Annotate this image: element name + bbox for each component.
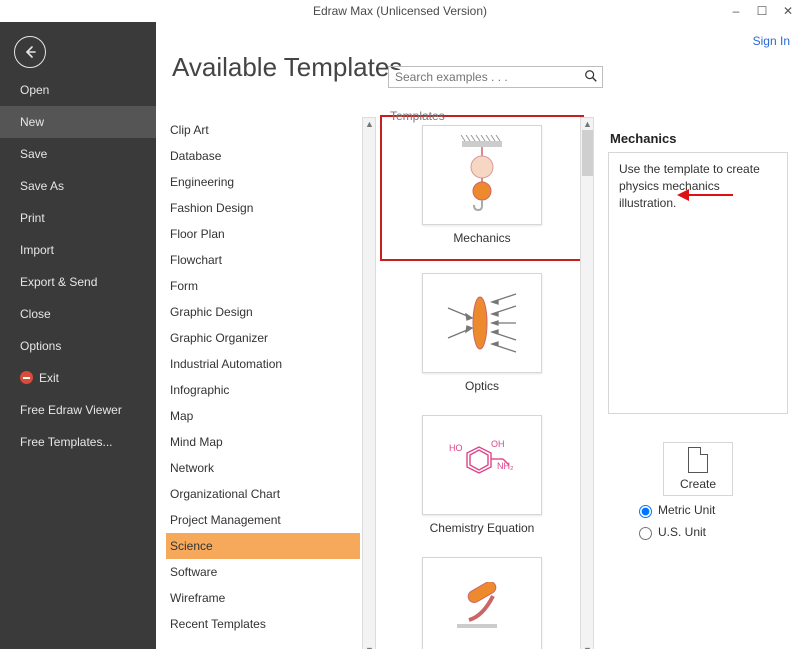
sidebar-item-label: Free Edraw Viewer bbox=[20, 403, 122, 417]
content-area: Available Templates Clip ArtDatabaseEngi… bbox=[156, 22, 800, 649]
mechanics-icon bbox=[422, 125, 542, 225]
scroll-down-icon[interactable]: ▼ bbox=[365, 645, 374, 649]
category-item[interactable]: Graphic Design bbox=[166, 299, 360, 325]
create-button[interactable]: Create bbox=[663, 442, 733, 496]
category-item[interactable]: Project Management bbox=[166, 507, 360, 533]
microscope-icon bbox=[422, 557, 542, 649]
exit-icon bbox=[20, 371, 33, 384]
window-controls: – ☐ ✕ bbox=[730, 0, 794, 22]
info-panel: Mechanics Use the template to create phy… bbox=[608, 117, 788, 649]
templates-list: Mechanics Optics HO OH NH₂ Chemistry Equation bbox=[380, 117, 594, 649]
sidebar-item-label: New bbox=[20, 115, 44, 129]
sidebar-item-label: Options bbox=[20, 339, 61, 353]
sidebar-item-label: Save As bbox=[20, 179, 64, 193]
sidebar-item-open[interactable]: Open bbox=[0, 74, 156, 106]
scroll-up-icon[interactable]: ▲ bbox=[583, 119, 592, 129]
back-arrow-icon bbox=[22, 44, 38, 60]
titlebar: Edraw Max (Unlicensed Version) – ☐ ✕ bbox=[0, 0, 800, 22]
category-item[interactable]: Wireframe bbox=[166, 585, 360, 611]
category-item[interactable]: Network bbox=[166, 455, 360, 481]
category-item[interactable]: Engineering bbox=[166, 169, 360, 195]
search-icon[interactable] bbox=[580, 69, 602, 86]
sidebar-item-print[interactable]: Print bbox=[0, 202, 156, 234]
info-title: Mechanics bbox=[610, 131, 788, 146]
close-button[interactable]: ✕ bbox=[782, 4, 794, 18]
template-label: Optics bbox=[390, 379, 574, 393]
create-label: Create bbox=[680, 477, 716, 491]
sidebar-item-label: Save bbox=[20, 147, 47, 161]
sidebar-item-new[interactable]: New bbox=[0, 106, 156, 138]
sidebar-item-label: Exit bbox=[39, 371, 59, 385]
category-item[interactable]: Recent Templates bbox=[166, 611, 360, 637]
category-item[interactable]: Industrial Automation bbox=[166, 351, 360, 377]
window-title: Edraw Max (Unlicensed Version) bbox=[0, 4, 800, 18]
file-menu-sidebar: Open New Save Save As Print Import Export & Se… bbox=[0, 22, 156, 649]
category-item[interactable]: Floor Plan bbox=[166, 221, 360, 247]
category-item[interactable]: Form bbox=[166, 273, 360, 299]
category-item[interactable]: Fashion Design bbox=[166, 195, 360, 221]
maximize-button[interactable]: ☐ bbox=[756, 4, 768, 18]
page-icon bbox=[688, 447, 708, 473]
sidebar-item-label: Export & Send bbox=[20, 275, 97, 289]
unit-us-option[interactable]: U.S. Unit bbox=[634, 524, 788, 540]
sidebar-item-import[interactable]: Import bbox=[0, 234, 156, 266]
templates-label: Templates bbox=[390, 109, 445, 123]
unit-us-label: U.S. Unit bbox=[658, 525, 706, 539]
svg-text:OH: OH bbox=[491, 439, 505, 449]
category-item[interactable]: Science bbox=[166, 533, 360, 559]
template-label: Mechanics bbox=[390, 231, 574, 245]
sidebar-item-label: Close bbox=[20, 307, 51, 321]
category-list: Clip ArtDatabaseEngineeringFashion Desig… bbox=[162, 117, 376, 637]
sidebar-item-save-as[interactable]: Save As bbox=[0, 170, 156, 202]
category-item[interactable]: Map bbox=[166, 403, 360, 429]
unit-metric-option[interactable]: Metric Unit bbox=[634, 502, 788, 518]
scroll-down-icon[interactable]: ▼ bbox=[583, 645, 592, 649]
back-button[interactable] bbox=[14, 36, 46, 68]
template-label: Chemistry Equation bbox=[390, 521, 574, 535]
sidebar-item-free-edraw-viewer[interactable]: Free Edraw Viewer bbox=[0, 394, 156, 426]
sidebar-item-free-templates-[interactable]: Free Templates... bbox=[0, 426, 156, 458]
sidebar-item-label: Open bbox=[20, 83, 49, 97]
sidebar-item-label: Free Templates... bbox=[20, 435, 112, 449]
unit-metric-label: Metric Unit bbox=[658, 503, 715, 517]
search-box[interactable] bbox=[388, 66, 603, 88]
scroll-thumb[interactable] bbox=[582, 130, 593, 176]
category-column: Clip ArtDatabaseEngineeringFashion Desig… bbox=[162, 117, 376, 649]
info-description-box: Use the template to create physics mecha… bbox=[608, 152, 788, 414]
category-item[interactable]: Database bbox=[166, 143, 360, 169]
unit-us-radio[interactable] bbox=[639, 527, 652, 540]
info-description: Use the template to create physics mecha… bbox=[619, 162, 760, 210]
templates-scrollbar[interactable]: ▲ ▼ bbox=[580, 117, 594, 649]
optics-icon bbox=[422, 273, 542, 373]
template-card[interactable]: HO OH NH₂ Chemistry Equation bbox=[390, 415, 574, 535]
category-item[interactable]: Clip Art bbox=[166, 117, 360, 143]
chemistry-icon: HO OH NH₂ bbox=[422, 415, 542, 515]
template-card[interactable] bbox=[390, 557, 574, 649]
category-scrollbar[interactable]: ▲ ▼ bbox=[362, 117, 376, 649]
sidebar-item-export-send[interactable]: Export & Send bbox=[0, 266, 156, 298]
sidebar-item-options[interactable]: Options bbox=[0, 330, 156, 362]
templates-column: Templates MechanicsOpticsHOOHNH₂Chemistr… bbox=[380, 117, 594, 649]
category-item[interactable]: Infographic bbox=[166, 377, 360, 403]
template-card[interactable]: Mechanics bbox=[390, 125, 574, 251]
search-input[interactable] bbox=[389, 70, 580, 84]
category-item[interactable]: Graphic Organizer bbox=[166, 325, 360, 351]
scroll-up-icon[interactable]: ▲ bbox=[365, 119, 374, 129]
svg-text:NH₂: NH₂ bbox=[497, 461, 514, 471]
sidebar-item-label: Import bbox=[20, 243, 54, 257]
sidebar-item-save[interactable]: Save bbox=[0, 138, 156, 170]
category-item[interactable]: Mind Map bbox=[166, 429, 360, 455]
sidebar-item-exit[interactable]: Exit bbox=[0, 362, 156, 394]
category-item[interactable]: Software bbox=[166, 559, 360, 585]
sidebar-item-close[interactable]: Close bbox=[0, 298, 156, 330]
sidebar-item-label: Print bbox=[20, 211, 45, 225]
minimize-button[interactable]: – bbox=[730, 4, 742, 18]
category-item[interactable]: Flowchart bbox=[166, 247, 360, 273]
template-card[interactable]: Optics bbox=[390, 273, 574, 393]
category-item[interactable]: Organizational Chart bbox=[166, 481, 360, 507]
svg-text:HO: HO bbox=[449, 443, 463, 453]
unit-metric-radio[interactable] bbox=[639, 505, 652, 518]
